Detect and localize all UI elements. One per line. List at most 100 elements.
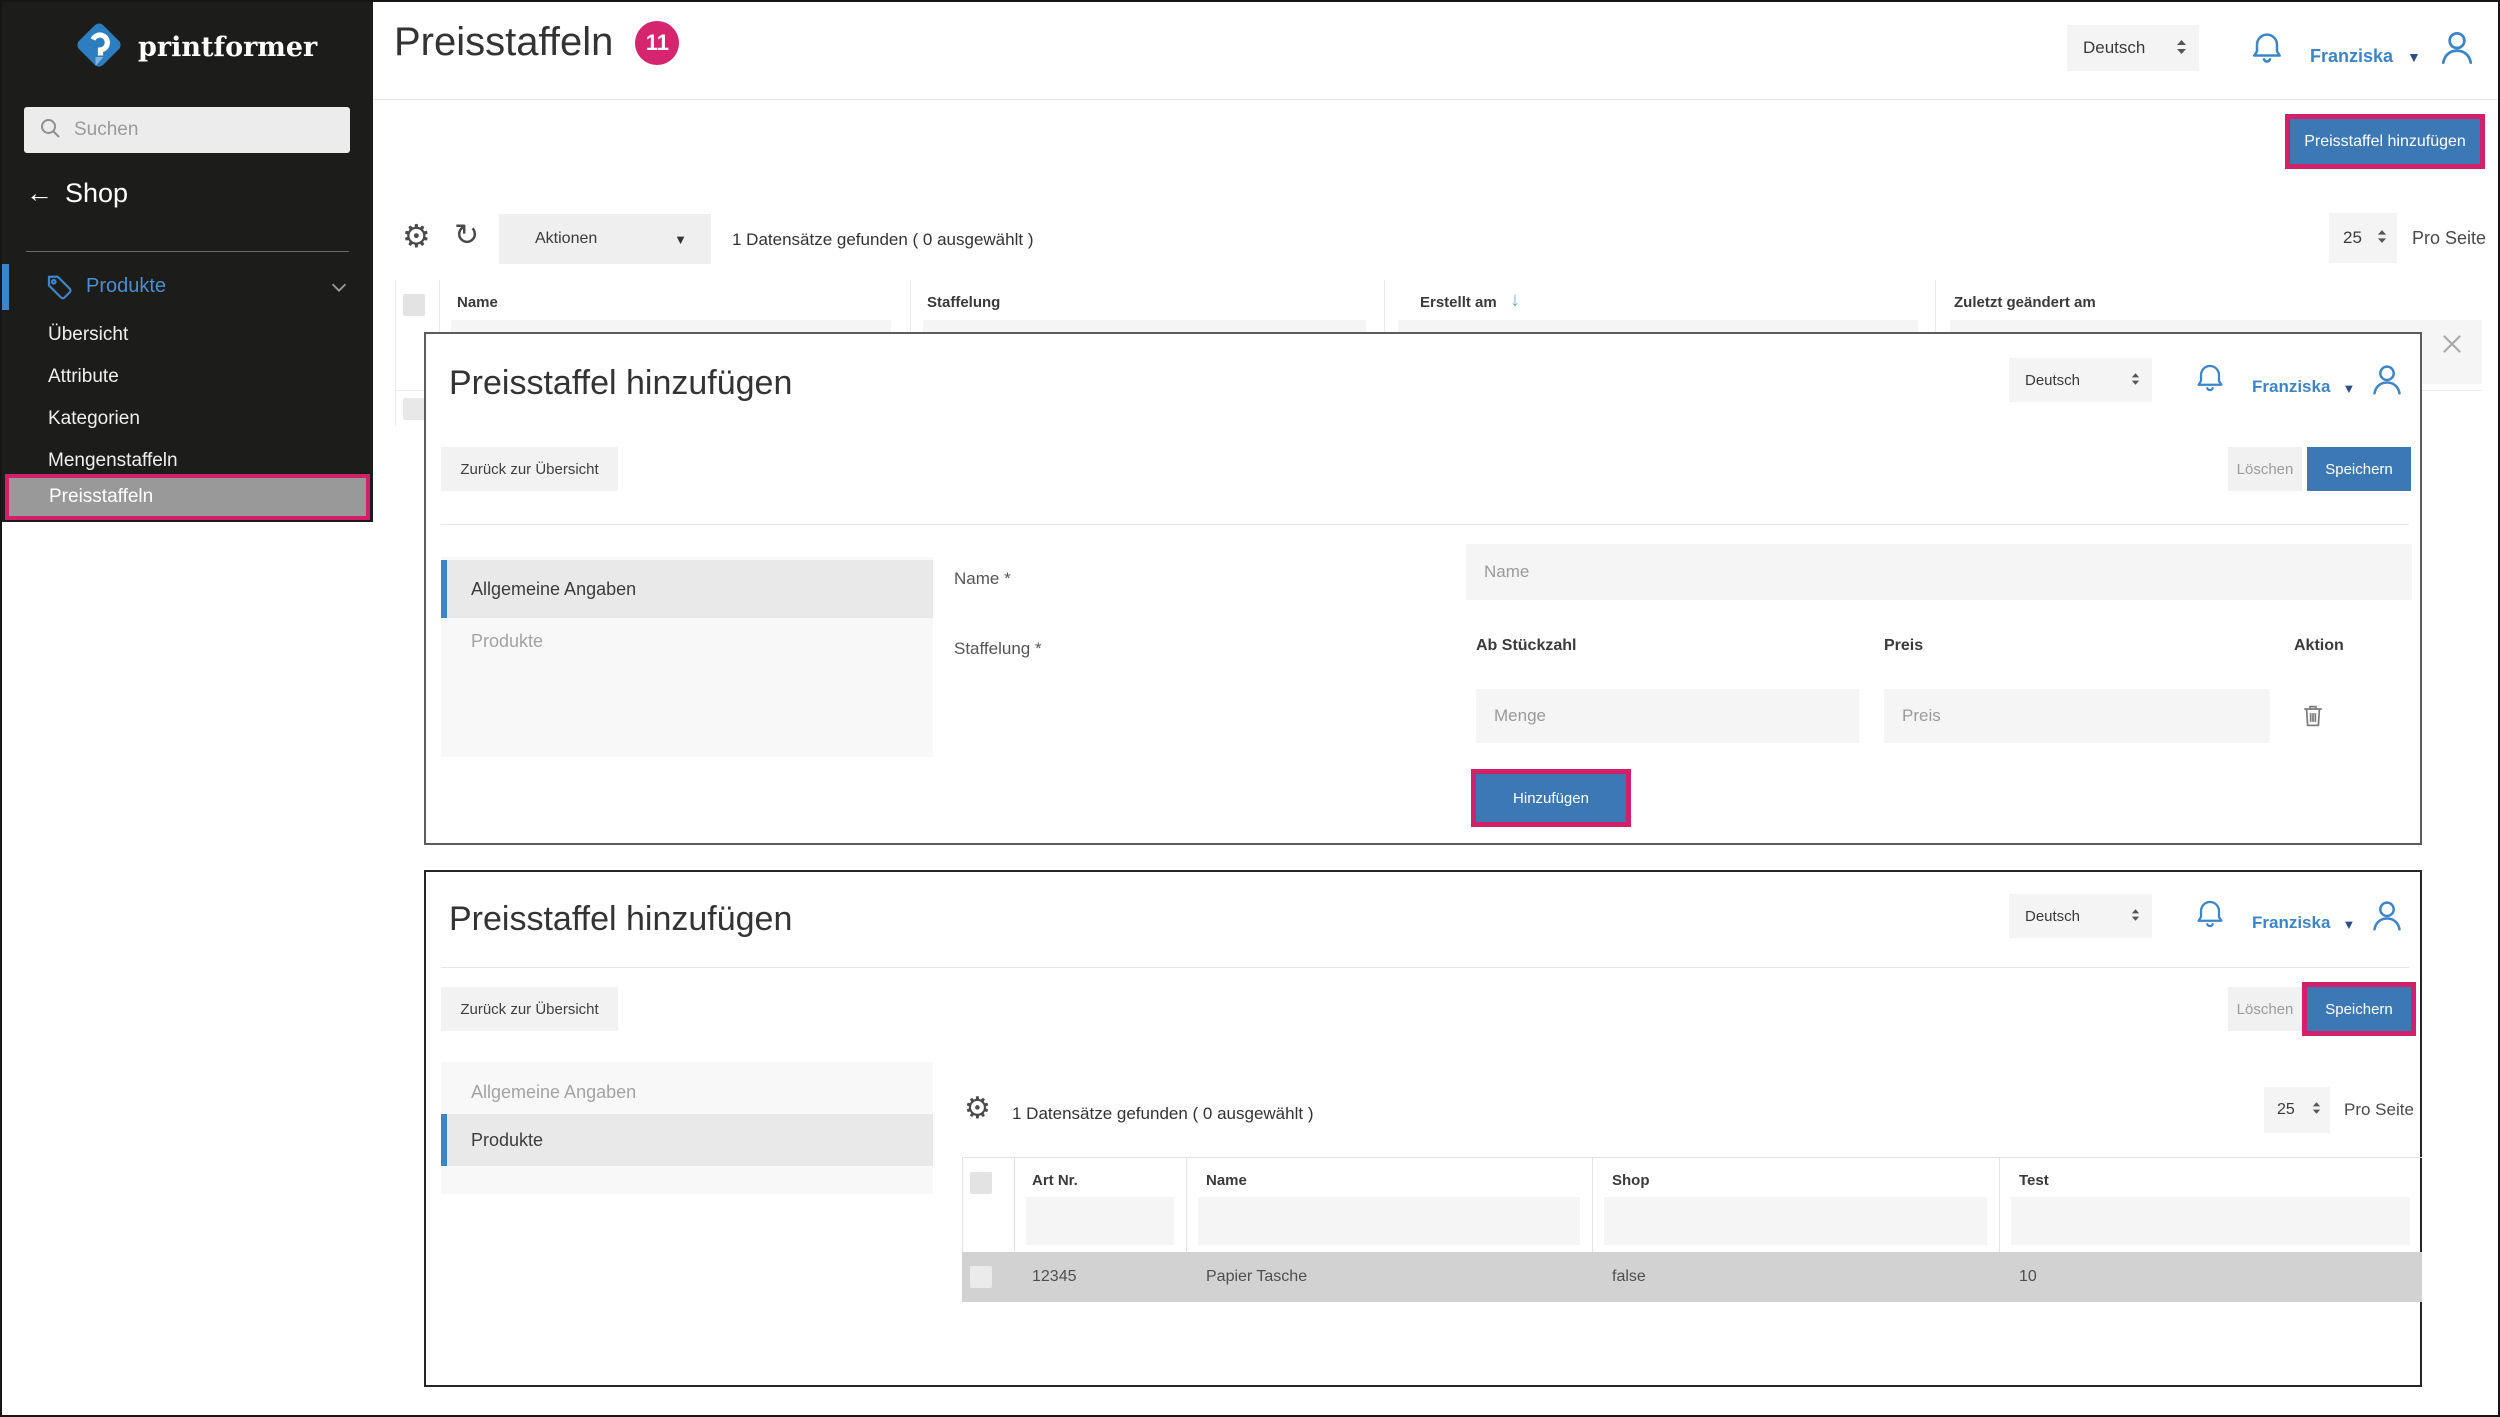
nav-item-label: Produkte: [471, 631, 543, 652]
language-select[interactable]: Deutsch: [2067, 25, 2199, 71]
delete-row-trash-icon[interactable]: [2299, 702, 2327, 734]
user-menu[interactable]: Franziska ▼: [2252, 896, 2407, 940]
nav-item-allgemeine-angaben[interactable]: Allgemeine Angaben: [441, 1070, 933, 1114]
user-name: Franziska: [2252, 913, 2330, 933]
sidebar-item-produkte[interactable]: Produkte: [2, 264, 373, 310]
save-button[interactable]: Speichern: [2307, 447, 2411, 491]
select-arrows-icon: [2377, 229, 2387, 247]
tag-icon: [44, 272, 74, 306]
per-page-label: Pro Seite: [2412, 228, 2486, 249]
settings-gear-icon[interactable]: ⚙: [964, 1094, 991, 1124]
user-menu[interactable]: Franziska ▼: [2310, 26, 2479, 74]
active-section-bar: [2, 264, 9, 310]
table-left-border: [395, 280, 396, 426]
nav-item-produkte[interactable]: Produkte: [441, 618, 933, 664]
filter-input-art-nr[interactable]: [1026, 1197, 1174, 1245]
per-page-value: 25: [2277, 1101, 2295, 1119]
language-select[interactable]: Deutsch: [2009, 358, 2152, 402]
column-header-staffelung[interactable]: Staffelung: [927, 294, 1000, 311]
close-icon[interactable]: [2438, 330, 2466, 362]
back-to-overview-button[interactable]: Zurück zur Übersicht: [441, 987, 618, 1031]
row-checkbox[interactable]: [970, 1266, 992, 1288]
add-preisstaffel-button[interactable]: Preisstaffel hinzufügen: [2290, 119, 2480, 164]
cell-shop: false: [1612, 1268, 1646, 1286]
column-header-shop[interactable]: Shop: [1612, 1172, 1650, 1189]
active-nav-bar: [441, 1114, 447, 1166]
search-input[interactable]: [74, 119, 336, 141]
column-header-aktion: Aktion: [2294, 637, 2344, 655]
column-header-erstellt-am[interactable]: Erstellt am: [1420, 294, 1497, 311]
sidebar-item-mengenstaffeln[interactable]: Mengenstaffeln: [48, 450, 178, 472]
settings-gear-icon[interactable]: ⚙: [402, 220, 431, 252]
column-header-ab-stueckzahl: Ab Stückzahl: [1476, 637, 1576, 655]
header-divider: [373, 99, 2500, 100]
modal-nav-panel: Allgemeine Angaben Produkte: [441, 1062, 933, 1194]
sidebar-shop-back[interactable]: ← Shop: [26, 178, 128, 209]
page: printformer ← Shop Produkte: [0, 0, 2500, 1417]
notifications-bell-icon[interactable]: [2247, 28, 2287, 72]
search-icon: [38, 116, 62, 144]
delete-button[interactable]: Löschen: [2228, 987, 2302, 1031]
select-all-checkbox[interactable]: [403, 294, 425, 316]
sidebar-item-kategorien[interactable]: Kategorien: [48, 408, 140, 430]
refresh-icon[interactable]: ↻: [454, 221, 479, 251]
user-name: Franziska: [2310, 46, 2393, 67]
actions-dropdown[interactable]: Aktionen ▼: [499, 214, 711, 264]
filter-input-shop[interactable]: [1604, 1197, 1987, 1245]
price-input[interactable]: [1884, 689, 2270, 743]
active-nav-bar: [441, 560, 447, 618]
select-arrows-icon: [2312, 1101, 2321, 1119]
nav-item-allgemeine-angaben[interactable]: Allgemeine Angaben: [441, 560, 933, 618]
column-header-art-nr[interactable]: Art Nr.: [1032, 1172, 1078, 1189]
notifications-bell-icon[interactable]: [2192, 360, 2228, 400]
sidebar-item-preisstaffeln[interactable]: Preisstaffeln: [5, 474, 370, 520]
add-tier-button[interactable]: Hinzufügen: [1476, 774, 1626, 822]
nav-item-label: Produkte: [471, 1130, 543, 1151]
header-divider: [441, 967, 2409, 968]
staffelung-field-label: Staffelung *: [954, 639, 1042, 659]
column-header-test[interactable]: Test: [2019, 1172, 2049, 1189]
quantity-input[interactable]: [1476, 689, 1859, 743]
column-header-preis: Preis: [1884, 637, 1923, 655]
modal-nav-panel: Allgemeine Angaben Produkte: [441, 557, 933, 757]
brand[interactable]: printformer: [72, 18, 317, 77]
select-arrows-icon: [2131, 372, 2140, 389]
filter-input-name[interactable]: [1198, 1197, 1580, 1245]
nav-item-produkte[interactable]: Produkte: [441, 1114, 933, 1166]
column-header-zuletzt-geaendert[interactable]: Zuletzt geändert am: [1954, 294, 2096, 311]
user-avatar-icon: [2435, 26, 2479, 74]
delete-button[interactable]: Löschen: [2228, 447, 2302, 491]
sidebar-item-attribute[interactable]: Attribute: [48, 366, 119, 388]
arrow-left-icon: ←: [26, 180, 53, 207]
table-row[interactable]: 12345 Papier Tasche false 10: [962, 1252, 2422, 1302]
page-title-row: Preisstaffeln 11: [394, 20, 679, 65]
cell-test: 10: [2019, 1268, 2037, 1286]
row-checkbox[interactable]: [403, 398, 425, 420]
brand-name: printformer: [138, 32, 317, 63]
back-to-overview-button[interactable]: Zurück zur Übersicht: [441, 447, 618, 491]
sort-desc-arrow-icon[interactable]: ↓: [1510, 290, 1520, 310]
select-arrows-icon: [2176, 39, 2187, 58]
select-all-checkbox[interactable]: [970, 1172, 992, 1194]
sidebar-search[interactable]: [24, 107, 350, 153]
modal-preisstaffel-hinzufuegen-form: Preisstaffel hinzufügen Deutsch Franzisk…: [424, 332, 2422, 845]
save-button[interactable]: Speichern: [2307, 987, 2411, 1031]
name-input[interactable]: [1466, 544, 2412, 600]
user-name: Franziska: [2252, 377, 2330, 397]
sidebar-item-uebersicht[interactable]: Übersicht: [48, 324, 128, 346]
language-value: Deutsch: [2025, 372, 2080, 389]
user-menu[interactable]: Franziska ▼: [2252, 360, 2407, 404]
column-header-name[interactable]: Name: [1206, 1172, 1247, 1189]
records-found-text: 1 Datensätze gefunden ( 0 ausgewählt ): [1012, 1104, 1313, 1124]
column-header-name[interactable]: Name: [457, 294, 498, 311]
per-page-select[interactable]: 25: [2329, 213, 2397, 263]
per-page-select[interactable]: 25: [2264, 1087, 2330, 1133]
sidebar: printformer ← Shop Produkte: [2, 2, 373, 522]
caret-down-icon: ▼: [2342, 918, 2355, 931]
nav-item-label: Allgemeine Angaben: [471, 1082, 636, 1103]
language-select[interactable]: Deutsch: [2009, 894, 2152, 938]
modal-preisstaffel-hinzufuegen-produkte: Preisstaffel hinzufügen Deutsch Franzisk…: [424, 870, 2422, 1387]
select-arrows-icon: [2131, 908, 2140, 925]
filter-input-test[interactable]: [2011, 1197, 2410, 1245]
notifications-bell-icon[interactable]: [2192, 896, 2228, 936]
